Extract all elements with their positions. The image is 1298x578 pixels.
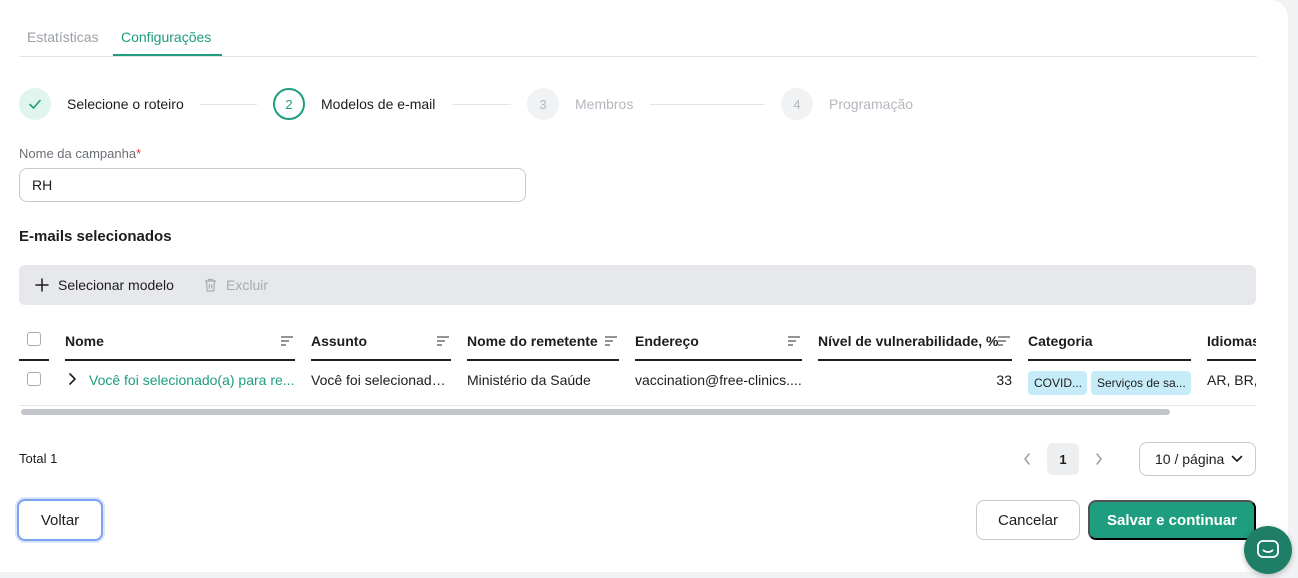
column-header-vulnerabilidade[interactable]: Nível de vulnerabilidade, % [818,332,1012,361]
template-name-link[interactable]: Você foi selecionado(a) para re... [89,372,295,388]
chat-widget-button[interactable] [1244,526,1292,574]
trash-icon [205,278,216,292]
templates-toolbar: Selecionar modelo Excluir [19,265,1256,305]
step-1-check-icon [19,88,51,120]
cell-vulnerabilidade: 33 [996,372,1012,388]
category-tag: Serviços de sa... [1091,371,1191,395]
step-3-label: Membros [575,96,634,112]
step-divider [200,104,257,105]
chat-icon [1257,540,1279,558]
page-number-button[interactable]: 1 [1047,443,1079,475]
prev-page-button[interactable] [1019,450,1035,468]
chevron-right-icon [1096,453,1102,465]
campaign-name-label: Nome da campanha* [19,146,141,161]
sort-icon[interactable] [788,335,800,347]
column-header-categoria: Categoria [1028,332,1191,361]
chevron-down-icon [1231,455,1243,462]
back-button[interactable]: Voltar [17,499,103,541]
step-divider [650,104,765,105]
row-divider [19,405,1256,406]
column-label: Idiomas [1207,333,1256,349]
step-3-number: 3 [527,88,559,120]
chevron-left-icon [1024,453,1030,465]
step-divider [452,104,511,105]
column-header-endereco[interactable]: Endereço [635,332,802,361]
column-label: Assunto [311,333,367,349]
column-header-nome[interactable]: Nome [65,332,295,361]
cell-idiomas: AR, BR, E [1207,372,1256,388]
active-tab-indicator [113,54,222,56]
step-2-number: 2 [273,88,305,120]
category-tag: COVID... [1028,371,1087,395]
column-label: Nome [65,333,104,349]
delete-button[interactable]: Excluir [204,265,268,305]
tab-settings[interactable]: Configurações [121,29,211,45]
column-label: Endereço [635,333,699,349]
section-title: E-mails selecionados [19,228,172,245]
main-panel: Estatísticas Configurações Selecione o r… [0,0,1288,572]
next-page-button[interactable] [1091,450,1107,468]
column-label: Categoria [1028,333,1093,349]
checkbox-column-header [19,332,49,361]
cell-assunto: Você foi selecionado(... [311,372,451,388]
cell-remetente: Ministério da Saúde [467,372,591,388]
column-label: Nome do remetente [467,333,598,349]
column-header-remetente[interactable]: Nome do remetente [467,332,619,361]
select-template-button[interactable]: Selecionar modelo [35,265,174,305]
tab-bar: Estatísticas Configurações [19,0,1257,57]
plus-icon [35,278,49,292]
horizontal-scrollbar[interactable] [21,409,1170,415]
campaign-name-label-text: Nome da campanha [19,146,137,161]
select-template-label: Selecionar modelo [58,277,174,293]
column-header-assunto[interactable]: Assunto [311,332,451,361]
step-2-label: Modelos de e-mail [321,96,436,112]
page-size-select[interactable]: 10 / página [1139,442,1256,476]
delete-label: Excluir [226,277,269,293]
column-label: Nível de vulnerabilidade, % [818,333,999,349]
required-mark: * [136,146,142,161]
campaign-name-input[interactable] [19,168,526,202]
cancel-button[interactable]: Cancelar [976,500,1080,540]
sort-icon[interactable] [605,335,617,347]
sort-icon[interactable] [998,335,1010,347]
step-4-number: 4 [781,88,813,120]
step-1-label: Selecione o roteiro [67,96,184,112]
total-count: Total 1 [19,451,58,466]
column-header-idiomas: Idiomas [1207,332,1256,361]
step-4-label: Programação [829,96,914,112]
save-and-continue-button[interactable]: Salvar e continuar [1088,500,1256,540]
chevron-right-icon[interactable] [67,372,77,386]
sort-icon[interactable] [437,335,449,347]
row-checkbox[interactable] [27,372,41,386]
tab-statistics[interactable]: Estatísticas [27,29,99,45]
cell-endereco: vaccination@free-clinics.... [635,372,802,388]
page-size-value: 10 / página [1155,451,1225,467]
sort-icon[interactable] [281,335,293,347]
